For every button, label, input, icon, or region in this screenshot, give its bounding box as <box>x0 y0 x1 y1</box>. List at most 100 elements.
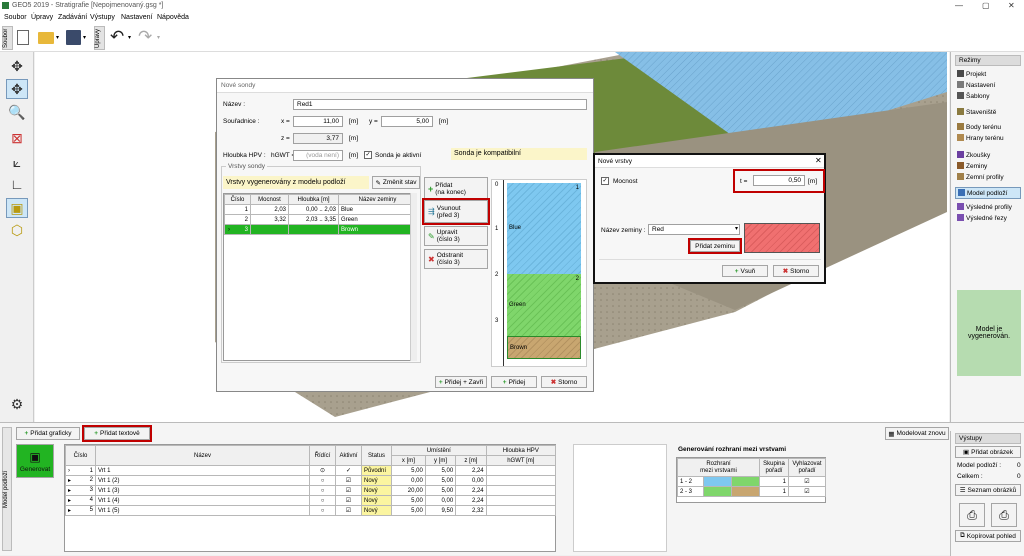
control-radio[interactable]: ○ <box>321 508 325 514</box>
expand-icon[interactable]: ▸ <box>68 477 71 484</box>
maximize-icon[interactable]: ▢ <box>982 1 990 10</box>
mode-zemni-profily[interactable]: Zemní profily <box>957 173 1004 181</box>
undo-dropdown-icon[interactable]: ▾ <box>128 34 131 41</box>
soil-select[interactable]: Red ▾ <box>648 224 740 235</box>
mode-body-terenu[interactable]: Body terénu <box>957 123 1001 131</box>
active-checkbox[interactable]: ☑ <box>346 488 351 494</box>
axis-xyz-icon[interactable]: ⟀ <box>6 152 28 172</box>
print-button[interactable]: ⎙ <box>959 503 985 527</box>
insert-layer-button[interactable]: + Vsuň <box>722 265 768 277</box>
redo-dropdown-icon[interactable]: ▾ <box>157 34 160 41</box>
insert-button[interactable]: ⇶ Vsunout (před 3) <box>422 198 490 225</box>
expand-icon[interactable]: ▸ <box>68 487 71 494</box>
mode-staveniste[interactable]: Staveniště <box>957 108 996 116</box>
control-radio[interactable]: ○ <box>321 488 325 494</box>
add-end-button[interactable]: + Přidat (na konec) <box>424 177 488 200</box>
menu-nastaveni[interactable]: Nastavení <box>121 14 153 21</box>
table-row[interactable]: ▸ 5 Vrt 1 (5) ○ ☑ Nový 5,00 9,50 2,32 <box>65 505 557 516</box>
expand-icon[interactable]: ▸ <box>68 507 71 514</box>
expand-icon[interactable]: ▸ <box>68 497 71 504</box>
save-dropdown-icon[interactable]: ▾ <box>83 34 86 41</box>
menu-upravy[interactable]: Úpravy <box>31 14 53 21</box>
close-icon[interactable]: ✕ <box>1008 1 1015 10</box>
tab-model-podlozi[interactable]: Model podloží <box>2 427 12 551</box>
open-folder-icon[interactable] <box>38 32 54 44</box>
mode-vysledne-rezy[interactable]: Výsledné řezy <box>957 214 1007 222</box>
mode-vysledne-profily[interactable]: Výsledné profily <box>957 203 1012 211</box>
mode-zeminy[interactable]: Zeminy <box>957 162 987 170</box>
zoom-icon[interactable]: 🔍 <box>6 102 28 122</box>
hpv-input[interactable]: (voda není) <box>293 150 343 161</box>
cube-view-icon[interactable]: ▣ <box>6 198 28 218</box>
layer-cancel-button[interactable]: ✖ Storno <box>773 265 819 277</box>
mode-zkousky[interactable]: Zkoušky <box>957 151 990 159</box>
table-row[interactable]: ▸ 2 Vrt 1 (2) ○ ☑ Nový 0,00 5,00 0,00 <box>65 475 557 486</box>
mode-hrany-terenu[interactable]: Hrany terénu <box>957 134 1004 142</box>
name-input[interactable]: Red1 <box>293 99 587 110</box>
add-button[interactable]: + Přidej <box>491 376 537 388</box>
menu-soubor[interactable]: Soubor <box>4 14 27 21</box>
add-text-button[interactable]: + Přidat textově <box>82 425 152 442</box>
table-row[interactable]: 1 2,03 0,00 .. 2,03 Blue <box>224 204 417 215</box>
menu-vystupy[interactable]: Výstupy <box>90 14 115 21</box>
print-all-button[interactable]: ⎙ <box>991 503 1017 527</box>
mode-model-podlozi[interactable]: Model podloží <box>955 187 1021 199</box>
add-image-button[interactable]: ▣ Přidat obrázek <box>955 446 1021 458</box>
mode-sablony[interactable]: Šablony <box>957 92 990 100</box>
undo-icon[interactable]: ↶ <box>110 27 124 47</box>
smooth-checkbox[interactable]: ☑ <box>804 489 809 495</box>
table-row[interactable]: ▸ 4 Vrt 1 (4) ○ ☑ Nový 5,00 0,00 2,24 <box>65 495 557 506</box>
remodel-icon: ▦ <box>888 430 895 438</box>
save-icon[interactable] <box>66 30 81 45</box>
x-input[interactable]: 11,00 <box>293 116 343 127</box>
close-icon[interactable]: ✕ <box>815 156 822 165</box>
copy-view-button[interactable]: ⧉ Kopírovat pohled <box>955 530 1021 542</box>
tab-upravy[interactable]: Úpravy <box>94 26 105 50</box>
table-scrollbar[interactable] <box>410 193 417 361</box>
redo-icon[interactable]: ↷ <box>138 27 152 47</box>
change-state-button[interactable]: ✎ Změnit stav <box>372 176 420 189</box>
new-file-icon[interactable] <box>17 30 29 45</box>
control-radio-checked[interactable]: ⊙ <box>320 468 325 474</box>
active-checkbox[interactable]: ☑ <box>346 498 351 504</box>
settings-gear-icon[interactable]: ⚙ <box>6 394 28 414</box>
table-row-selected[interactable]: › 1 Vrt 1 ⊙ ✓ Původní 5,00 5,00 2,24 <box>65 465 557 476</box>
table-row[interactable]: ▸ 3 Vrt 1 (3) ○ ☑ Nový 20,00 5,00 2,24 <box>65 485 557 496</box>
minimize-icon[interactable]: — <box>955 1 963 10</box>
menu-napoveda[interactable]: Nápověda <box>157 14 189 21</box>
thickness-checkbox[interactable]: ✓ <box>601 177 609 185</box>
smooth-checkbox[interactable]: ☑ <box>804 479 809 485</box>
y-input[interactable]: 5,00 <box>381 116 433 127</box>
active-checkbox[interactable]: ☑ <box>346 478 351 484</box>
terrain-edges-icon <box>957 134 964 141</box>
active-checkbox[interactable]: ✓ <box>364 151 372 159</box>
cube-iso-icon[interactable]: ⬡ <box>6 220 28 240</box>
open-dropdown-icon[interactable]: ▾ <box>56 34 59 41</box>
mode-nastaveni[interactable]: Nastavení <box>957 81 995 89</box>
control-radio[interactable]: ○ <box>321 478 325 484</box>
table-row-selected[interactable]: 3 Brown <box>224 224 417 235</box>
interface-row[interactable]: 2 - 3 1 ☑ <box>677 486 827 497</box>
move-icon[interactable]: ✥ <box>6 56 28 76</box>
cancel-button[interactable]: ✖ Storno <box>541 376 587 388</box>
axis-xy-icon[interactable]: ∟ <box>6 174 28 194</box>
edit-button[interactable]: ✎ Upravit (číslo 3) <box>424 226 488 246</box>
active-checkbox[interactable]: ☑ <box>346 508 351 514</box>
zoom-extents-icon[interactable]: ⊠ <box>6 128 28 148</box>
add-close-button[interactable]: + Přidej + Zavři <box>435 376 487 388</box>
image-list-button[interactable]: ☰ Seznam obrázků <box>955 484 1021 496</box>
add-soil-button[interactable]: Přidat zeminu <box>688 238 742 254</box>
remodel-button[interactable]: ▦ Modelovat znovu <box>885 427 949 440</box>
mode-projekt[interactable]: Projekt <box>957 70 986 78</box>
menu-zadavani[interactable]: Zadávání <box>58 14 87 21</box>
pan-rotate-icon[interactable]: ✥ <box>6 79 28 99</box>
control-radio[interactable]: ○ <box>321 498 325 504</box>
remove-button[interactable]: ✖ Odstranit (číslo 3) <box>424 249 488 269</box>
generate-button[interactable]: ▣ Generovat <box>16 444 54 478</box>
tab-soubor[interactable]: Soubor <box>2 26 13 50</box>
add-graphic-button[interactable]: + Přidat graficky <box>16 427 80 440</box>
thickness-input[interactable]: 0,50 <box>753 175 805 186</box>
model-count-label: Model podloží : <box>957 462 1002 469</box>
interface-row[interactable]: 1 - 2 1 ☑ <box>677 476 827 487</box>
table-row[interactable]: 2 3,32 2,03 .. 3,35 Green <box>224 214 417 225</box>
